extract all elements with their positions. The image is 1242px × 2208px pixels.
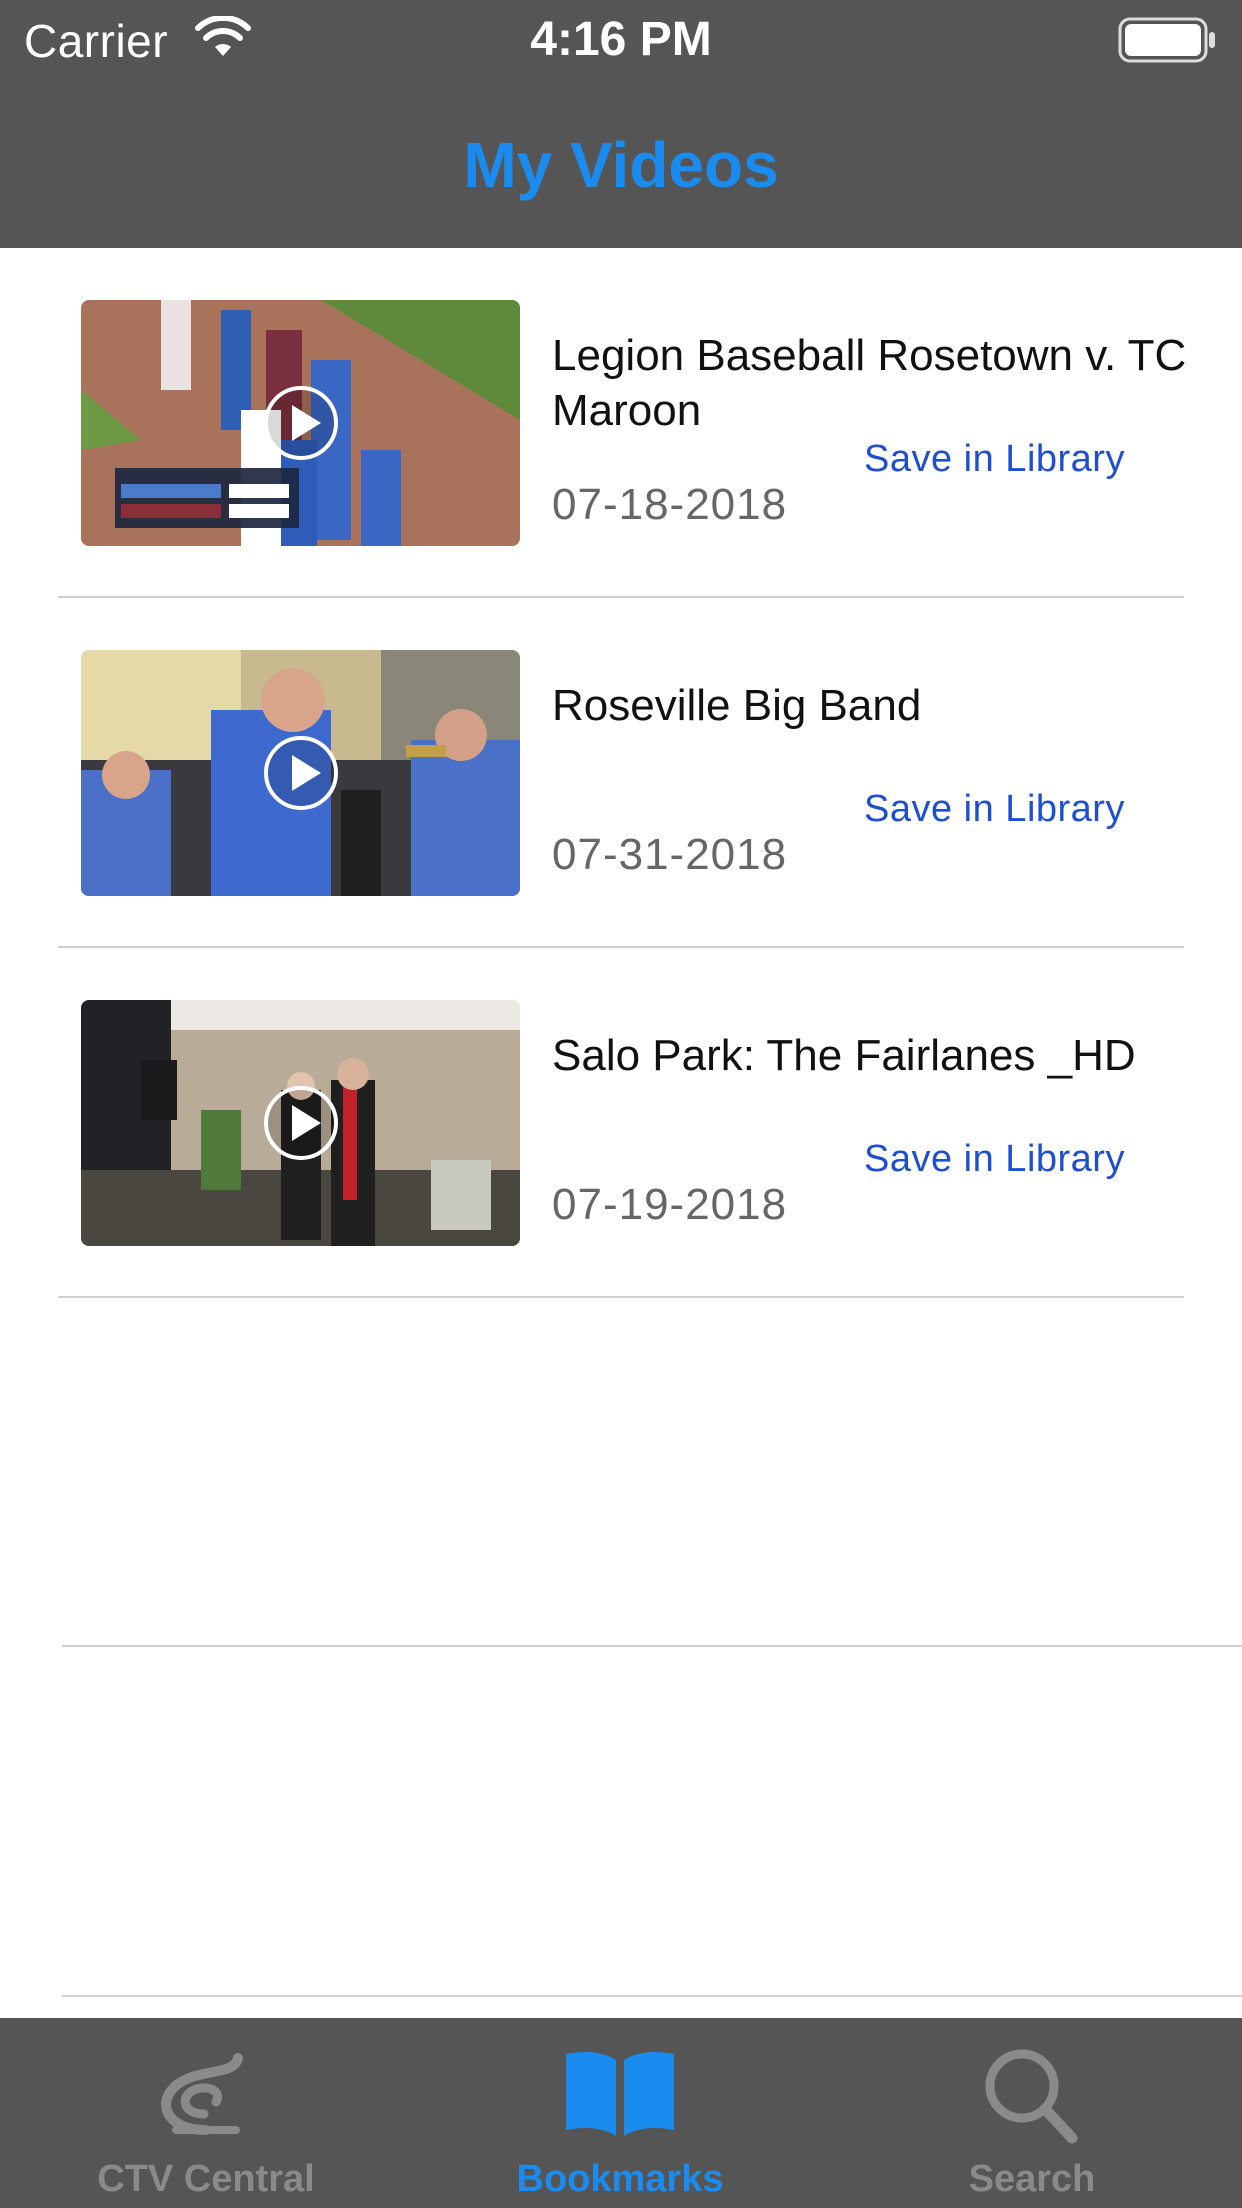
video-title: Roseville Big Band: [552, 681, 922, 730]
video-date: 07-19-2018: [552, 1180, 788, 1229]
save-in-library-link[interactable]: Save in Library: [864, 438, 1125, 481]
page-title: My Videos: [463, 129, 779, 201]
video-row[interactable]: Legion Baseball Rosetown v. TC Maroon Sa…: [0, 248, 1242, 598]
video-date: 07-31-2018: [552, 830, 788, 879]
save-in-library-link[interactable]: Save in Library: [864, 788, 1125, 831]
tab-label: CTV Central: [97, 2158, 315, 2200]
ctv-logo-icon: [161, 2053, 243, 2135]
tab-bar: CTV Central Bookmarks Search: [0, 2018, 1242, 2208]
video-date: 07-18-2018: [552, 480, 788, 529]
band-thumbnail[interactable]: [81, 650, 520, 896]
video-row[interactable]: Salo Park: The Fairlanes _HD Save in Lib…: [0, 948, 1242, 1298]
battery-icon: [1118, 17, 1215, 63]
empty-row-separator: [62, 1995, 1242, 1997]
video-title: Legion Baseball Rosetown v. TC Maroon: [552, 331, 1187, 435]
navigation-bar: Carrier 4:16 PM My Videos: [0, 0, 1242, 248]
video-row[interactable]: Roseville Big Band Save in Library 07-31…: [0, 598, 1242, 948]
tab-search[interactable]: Search: [882, 2018, 1182, 2208]
fairlanes-thumbnail[interactable]: [81, 1000, 520, 1246]
status-time: 4:16 PM: [530, 13, 712, 66]
play-icon[interactable]: [261, 383, 341, 463]
empty-row-separator: [62, 1645, 1242, 1647]
play-icon[interactable]: [261, 1083, 341, 1163]
tab-bookmarks[interactable]: Bookmarks: [470, 2018, 770, 2208]
tab-ctv-central[interactable]: CTV Central: [56, 2018, 356, 2208]
play-icon[interactable]: [261, 733, 341, 813]
baseball-thumbnail[interactable]: [81, 300, 520, 546]
book-icon: [566, 2052, 674, 2136]
tab-label: Search: [968, 2158, 1096, 2200]
row-separator: [58, 1296, 1184, 1298]
search-icon: [985, 2049, 1078, 2144]
save-in-library-link[interactable]: Save in Library: [864, 1138, 1125, 1181]
tab-label: Bookmarks: [516, 2158, 724, 2200]
video-title: Salo Park: The Fairlanes _HD: [552, 1031, 1136, 1080]
